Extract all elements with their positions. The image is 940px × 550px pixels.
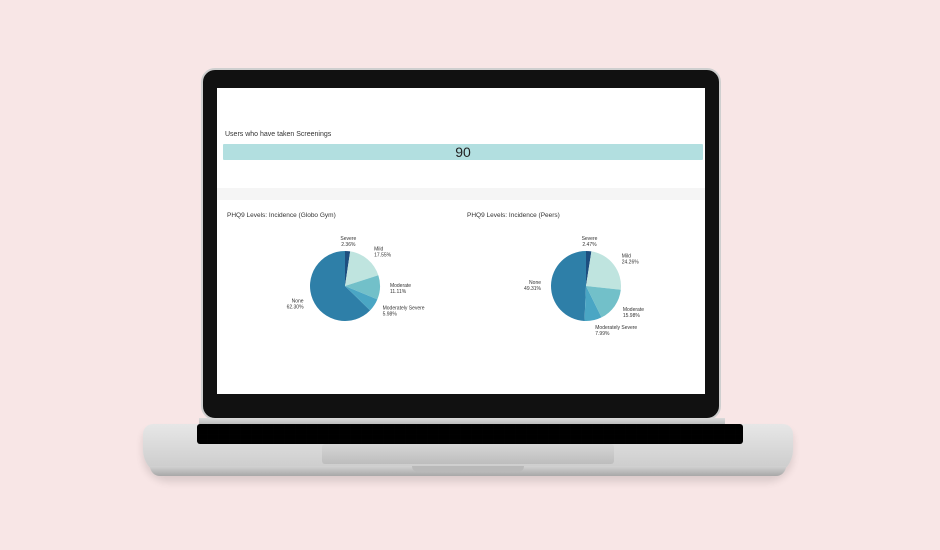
pie-label-value: 17.55%: [374, 253, 392, 259]
laptop-trackpad: [322, 444, 614, 464]
pie-label-value: 2.36%: [341, 242, 356, 248]
pie-slice-none: [550, 251, 586, 321]
laptop-screen: Users who have taken Screenings 90 PHQ9 …: [217, 88, 705, 394]
pie-label-value: 49.31%: [524, 286, 542, 292]
pie-label-value: 15.98%: [623, 313, 641, 319]
pie-label-value: 11.11%: [390, 289, 407, 295]
chart-title-globo-gym: PHQ9 Levels: Incidence (Globo Gym): [227, 212, 336, 219]
pie-chart-peers: None49.31%Severe2.47%Mild24.26%Moderate1…: [524, 236, 644, 337]
dashboard-header: [217, 88, 705, 128]
laptop-keyboard: [197, 424, 743, 444]
kpi-bar: 90: [223, 144, 703, 160]
kpi-label: Users who have taken Screenings: [225, 131, 332, 138]
kpi-value: 90: [455, 144, 471, 160]
chart-title-peers: PHQ9 Levels: Incidence (Peers): [467, 212, 560, 219]
pie-label-value: 2.47%: [582, 242, 597, 248]
pie-chart-globo-gym: None62.30%Severe2.36%Mild17.55%Moderate1…: [287, 236, 425, 321]
pie-label-value: 5.98%: [383, 312, 398, 318]
pie-label-value: 24.26%: [622, 260, 640, 266]
laptop-notch: [412, 466, 524, 472]
pie-label-value: 7.99%: [595, 331, 610, 337]
pie-slice-mild: [586, 251, 621, 290]
section-divider: [217, 188, 705, 200]
pie-label-value: 62.30%: [287, 305, 305, 311]
